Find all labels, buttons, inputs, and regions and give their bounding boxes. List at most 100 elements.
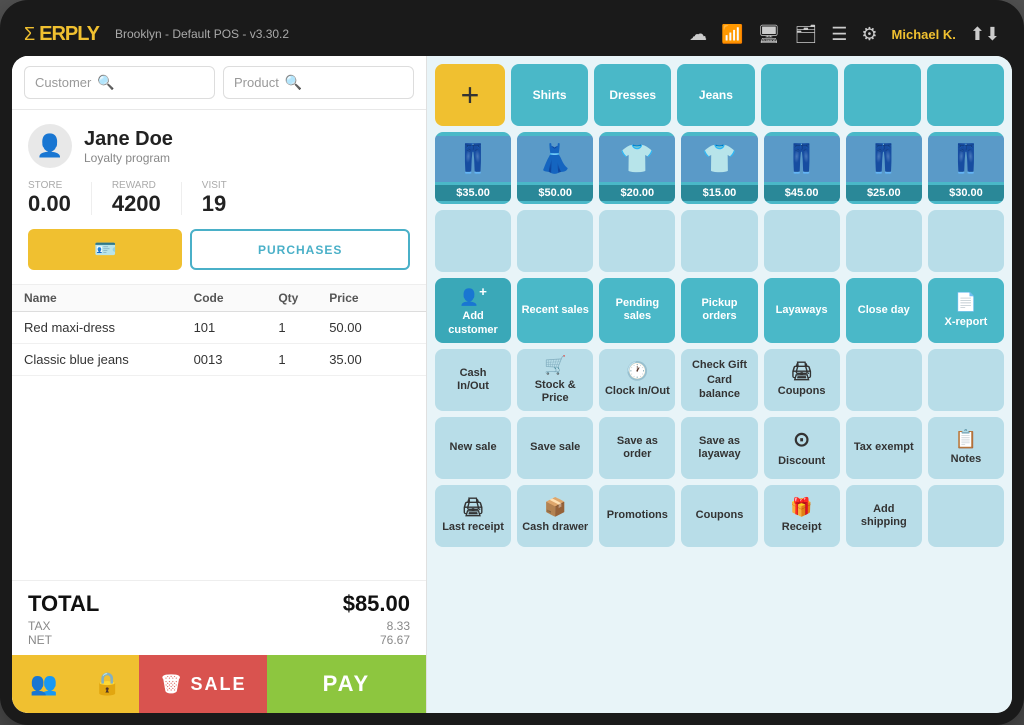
add-button[interactable]: +: [435, 64, 505, 126]
top-bar: Σ ERPLY Brooklyn - Default POS - v3.30.2…: [12, 12, 1012, 56]
customers-button[interactable]: 👥: [12, 655, 76, 713]
user-chevron[interactable]: ⬆⬇: [970, 24, 1000, 45]
empty-7[interactable]: [928, 210, 1004, 272]
settings-icon[interactable]: ⚙: [861, 24, 877, 45]
save-as-layaway-label: Save as layaway: [685, 435, 753, 461]
category-4[interactable]: [761, 64, 838, 126]
logo: Σ ERPLY: [24, 23, 99, 46]
empty-6[interactable]: [846, 210, 922, 272]
pickup-orders-button[interactable]: Pickup orders: [681, 278, 757, 343]
menu-icon[interactable]: ☰: [831, 24, 847, 45]
action-buttons: 🪪 PURCHASES: [28, 229, 410, 270]
stock-price-button[interactable]: 🛒 Stock & Price: [517, 349, 593, 411]
receipt-button[interactable]: 🎁 Receipt: [764, 485, 840, 547]
user-name[interactable]: Michael K.: [892, 27, 956, 42]
reward-value: 4200: [112, 191, 161, 217]
category-5[interactable]: [844, 64, 921, 126]
pickup-orders-label: Pickup orders: [685, 297, 753, 323]
tax-exempt-button[interactable]: Tax exempt: [846, 417, 922, 479]
category-jeans[interactable]: Jeans: [677, 64, 754, 126]
id-button[interactable]: 🪪: [28, 229, 182, 270]
item-code-0: 101: [194, 320, 279, 335]
screen-icon[interactable]: 🖥: [758, 24, 781, 45]
lock-button[interactable]: 🔒: [76, 655, 140, 713]
product-jeans-35[interactable]: 👖 $35.00: [435, 132, 511, 204]
empty-2[interactable]: [517, 210, 593, 272]
extra-2[interactable]: [928, 349, 1004, 411]
product-pants-45[interactable]: 👖 $45.00: [764, 132, 840, 204]
new-sale-button[interactable]: New sale: [435, 417, 511, 479]
clock-in-out-button[interactable]: 🕐 Clock In/Out: [599, 349, 675, 411]
empty-4[interactable]: [681, 210, 757, 272]
visit-label: VISIT: [202, 180, 227, 191]
misc-extra[interactable]: [928, 485, 1004, 547]
empty-5[interactable]: [764, 210, 840, 272]
product-pants-25[interactable]: 👖 $25.00: [846, 132, 922, 204]
purchases-button[interactable]: PURCHASES: [190, 229, 410, 270]
save-as-layaway-button[interactable]: Save as layaway: [681, 417, 757, 479]
product-dress-50[interactable]: 👗 $50.00: [517, 132, 593, 204]
coupons-button[interactable]: Coupons: [681, 485, 757, 547]
tax-value: 8.33: [387, 619, 410, 633]
item-qty-1: 1: [278, 352, 329, 367]
layaways-button[interactable]: Layaways: [764, 278, 840, 343]
last-receipt-button[interactable]: 🖨 Last receipt: [435, 485, 511, 547]
add-shipping-button[interactable]: Add shipping: [846, 485, 922, 547]
empty-1[interactable]: [435, 210, 511, 272]
promotions-button[interactable]: Promotions: [599, 485, 675, 547]
coupons-print-label: Coupons: [778, 385, 826, 398]
table-row[interactable]: Red maxi-dress 101 1 50.00: [12, 312, 426, 344]
dresses-label: Dresses: [609, 88, 656, 102]
close-day-label: Close day: [858, 304, 910, 317]
item-price-0: 50.00: [329, 320, 414, 335]
clock-in-out-label: Clock In/Out: [605, 385, 670, 398]
product-tshirt-15[interactable]: 👕 $15.00: [681, 132, 757, 204]
empty-3[interactable]: [599, 210, 675, 272]
wallet-icon[interactable]: 🗂: [794, 24, 817, 45]
net-label: NET: [28, 633, 52, 647]
customer-search[interactable]: Customer 🔍: [24, 66, 215, 99]
cash-drawer-button[interactable]: 📦 Cash drawer: [517, 485, 593, 547]
pay-button[interactable]: PAY: [267, 655, 426, 713]
extra-1[interactable]: [846, 349, 922, 411]
last-receipt-label: Last receipt: [442, 521, 504, 534]
save-sale-button[interactable]: Save sale: [517, 417, 593, 479]
net-value: 76.67: [380, 633, 410, 647]
product-pants-30[interactable]: 👖 $30.00: [928, 132, 1004, 204]
table-header: Name Code Qty Price: [12, 285, 426, 312]
customer-label: Customer: [35, 75, 91, 90]
cash-in-out-button[interactable]: CashIn/Out: [435, 349, 511, 411]
x-report-button[interactable]: 📄 X-report: [928, 278, 1004, 343]
stat-reward: REWARD 4200: [112, 180, 161, 217]
avatar: 👤: [28, 124, 72, 168]
category-6[interactable]: [927, 64, 1004, 126]
customer-search-icon: 🔍: [97, 74, 114, 91]
store-label: STORE: [28, 180, 71, 191]
bottom-actions: 👥 🔒 🗑 SALE PAY: [12, 655, 426, 713]
category-shirts[interactable]: Shirts: [511, 64, 588, 126]
left-panel: Customer 🔍 Product 🔍 👤 Jane Doe Loyalty …: [12, 56, 427, 713]
cash-drawer-label: Cash drawer: [522, 521, 588, 534]
check-gift-card-label: Check Gift Card balance: [685, 358, 753, 401]
table-row[interactable]: Classic blue jeans 0013 1 35.00: [12, 344, 426, 376]
customer-name: Jane Doe: [84, 128, 173, 151]
coupons-print-button[interactable]: 🖨 Coupons: [764, 349, 840, 411]
recent-sales-button[interactable]: Recent sales: [517, 278, 593, 343]
discount-button[interactable]: ⊙ Discount: [764, 417, 840, 479]
product-shirt-20[interactable]: 👕 $20.00: [599, 132, 675, 204]
product-search[interactable]: Product 🔍: [223, 66, 414, 99]
cloud-icon[interactable]: ☁: [689, 24, 707, 45]
check-gift-card-button[interactable]: Check Gift Card balance: [681, 349, 757, 411]
close-day-button[interactable]: Close day: [846, 278, 922, 343]
save-as-order-button[interactable]: Save as order: [599, 417, 675, 479]
save-sale-label: Save sale: [530, 441, 580, 454]
stock-price-label: Stock & Price: [521, 379, 589, 405]
pending-sales-button[interactable]: Pending sales: [599, 278, 675, 343]
category-dresses[interactable]: Dresses: [594, 64, 671, 126]
add-customer-button[interactable]: 👤+ Add customer: [435, 278, 511, 343]
notes-button[interactable]: 📋 Notes: [928, 417, 1004, 479]
x-report-label: X-report: [945, 316, 988, 329]
grid-row-1: + Shirts Dresses Jeans: [435, 64, 1004, 126]
new-sale-label: New sale: [450, 441, 497, 454]
sale-button[interactable]: 🗑 SALE: [139, 655, 266, 713]
